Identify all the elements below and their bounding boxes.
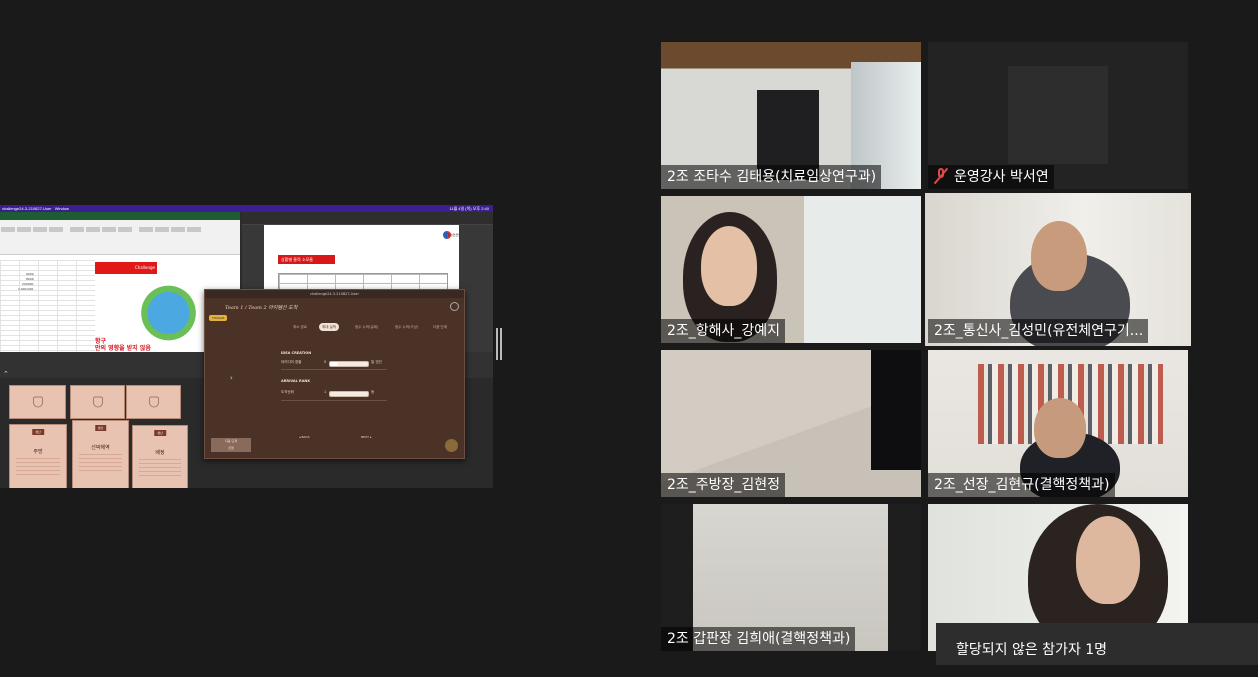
poster-text-line: 항구 bbox=[95, 338, 107, 345]
participant-name-text: 운영강사 박서연 bbox=[954, 169, 1049, 185]
person-face bbox=[1034, 398, 1086, 458]
cell-value: 200000 bbox=[22, 282, 34, 286]
shield-icon bbox=[92, 396, 103, 408]
modal-tabs: 최소 경로 최대 실적 점수 누적(실제) 점수 누적(가상) 다음 단계 bbox=[293, 323, 458, 331]
card-title: 배정 bbox=[155, 450, 165, 456]
logo-text: 행정안전부 bbox=[447, 233, 461, 237]
card-body bbox=[16, 458, 60, 478]
menubar-window-menu: Window bbox=[54, 206, 69, 211]
card-tag: 생산 bbox=[94, 425, 107, 431]
card-back[interactable] bbox=[126, 385, 181, 419]
modal-titlebar: challenge24-3-210827-User bbox=[205, 290, 464, 298]
status-box: 다음 단계 진행 bbox=[211, 438, 251, 452]
modal-tab[interactable]: 점수 누적(실제) bbox=[355, 323, 378, 331]
participant-name: 2조_항해사_강예지 bbox=[661, 319, 786, 343]
poster-text: 항구 만의 영향을 받지 않음 bbox=[95, 338, 151, 352]
slider-value: 등 bbox=[371, 390, 375, 394]
person-face bbox=[1031, 221, 1087, 291]
back-button[interactable]: ◂ BACK bbox=[299, 435, 310, 439]
modal-tab[interactable]: 최소 경로 bbox=[293, 323, 307, 331]
video-object bbox=[871, 350, 921, 470]
badge-icon[interactable] bbox=[445, 439, 458, 452]
shield-icon bbox=[32, 396, 43, 408]
shield-icon bbox=[148, 396, 159, 408]
toggle-badge[interactable]: TOGGLE bbox=[209, 315, 228, 321]
row-label: 아이디어 창출 bbox=[281, 360, 302, 364]
participant-name: 2조_선장_김현규(결핵정책과) bbox=[928, 473, 1115, 497]
participant-name: 2조_주방장_김현정 bbox=[661, 473, 786, 497]
video-tile[interactable]: 2조_항해사_강예지 bbox=[661, 196, 921, 343]
section-title: IDEA CREATION bbox=[281, 351, 312, 355]
modal-tab[interactable]: 다음 단계 bbox=[433, 323, 447, 331]
cell-value: 9000 bbox=[26, 272, 34, 276]
slider-fill bbox=[330, 362, 338, 366]
card-tag: 생산 bbox=[32, 429, 44, 435]
card-body bbox=[139, 459, 181, 479]
modal-tab[interactable]: 점수 누적(가상) bbox=[395, 323, 418, 331]
card-title: 주방 bbox=[33, 449, 43, 455]
document-toolbar bbox=[242, 212, 493, 225]
person-face bbox=[701, 226, 757, 306]
gear-icon[interactable] bbox=[450, 302, 459, 311]
avatar-placeholder bbox=[1008, 66, 1108, 164]
menubar-clock: 11월 4일 (목) 오후 2:40 bbox=[449, 206, 489, 211]
card-back[interactable] bbox=[9, 385, 66, 419]
excel-titlebar bbox=[0, 212, 240, 220]
participant-name: 2조_통신사_김성민(유전체연구기... bbox=[928, 319, 1149, 343]
person-face bbox=[1076, 516, 1140, 604]
video-tile[interactable]: 2조_선장_김현규(결핵정책과) bbox=[928, 350, 1188, 497]
row-label: 도착순위 bbox=[281, 390, 294, 394]
video-tile[interactable]: 운영강사 박서연 bbox=[928, 42, 1188, 189]
participant-name: 2조 조타수 김태용(치료임상연구과) bbox=[661, 165, 882, 189]
divider bbox=[281, 369, 387, 370]
modal-header: Team 1 / Team 2 아이템선 도착 bbox=[225, 305, 298, 311]
card-front[interactable]: 생산 주방 bbox=[9, 424, 67, 488]
card-back[interactable] bbox=[70, 385, 125, 419]
card-front[interactable]: 생산 배정 bbox=[132, 425, 188, 488]
participant-name: 2조 갑판장 김희애(결핵정책과) bbox=[661, 627, 856, 651]
spreadsheet-grid bbox=[0, 260, 95, 352]
poster-text-line: 만의 영향을 받지 않음 bbox=[95, 345, 151, 352]
slider-value: 일 것인 bbox=[371, 360, 382, 364]
menubar-app: challenge24-3-210827-User bbox=[2, 206, 52, 211]
slider-min: 1 bbox=[324, 390, 327, 394]
video-tile-active-speaker[interactable]: 2조_통신사_김성민(유전체연구기... bbox=[925, 193, 1191, 346]
mac-menubar: challenge24-3-210827-User Window 11월 4일 … bbox=[0, 205, 493, 212]
back-label: BACK bbox=[301, 435, 310, 439]
card-front[interactable]: 생산 선박해역 bbox=[72, 420, 129, 488]
slider-min: 0 bbox=[324, 360, 327, 364]
rank-slider[interactable] bbox=[329, 391, 369, 397]
video-tile[interactable]: 2조 갑판장 김희애(결핵정책과) bbox=[661, 504, 921, 651]
video-tile[interactable]: 2조_주방장_김현정 bbox=[661, 350, 921, 497]
next-button[interactable]: NEXT ▸ bbox=[361, 435, 371, 439]
modal-tab-active[interactable]: 최대 실적 bbox=[319, 323, 339, 331]
resize-handle[interactable] bbox=[496, 328, 502, 360]
chevron-icon[interactable]: ⌃ bbox=[3, 370, 9, 378]
game-modal: challenge24-3-210827-User Team 1 / Team … bbox=[204, 289, 465, 459]
card-tag: 생산 bbox=[154, 430, 166, 436]
status-value: 진행 bbox=[228, 446, 234, 450]
section-title: ARRIVAL RANK bbox=[281, 379, 311, 383]
next-label: NEXT bbox=[361, 435, 369, 439]
card-title: 선박해역 bbox=[91, 445, 110, 451]
unassigned-participants-label[interactable]: 할당되지 않은 참가자 1명 bbox=[936, 623, 1258, 665]
participant-name: 운영강사 박서연 bbox=[928, 165, 1054, 189]
status-label: 다음 단계 bbox=[225, 439, 237, 443]
divider bbox=[281, 400, 387, 401]
document-heading: 상황별 물적 소모율 bbox=[278, 255, 335, 264]
cell-value: 1,000,000 bbox=[18, 287, 34, 291]
shared-screen: challenge24-3-210827-User Window 11월 4일 … bbox=[0, 205, 493, 488]
excel-ribbon bbox=[0, 220, 240, 255]
chevron-right-icon[interactable]: › bbox=[230, 374, 233, 382]
card-body bbox=[79, 454, 122, 474]
mic-muted-icon bbox=[933, 167, 949, 185]
idea-slider[interactable] bbox=[329, 361, 369, 367]
poster-banner: Challenge bbox=[95, 262, 157, 274]
video-tile[interactable]: 2조 조타수 김태용(치료임상연구과) bbox=[661, 42, 921, 189]
cell-value: 8000 bbox=[26, 277, 34, 281]
